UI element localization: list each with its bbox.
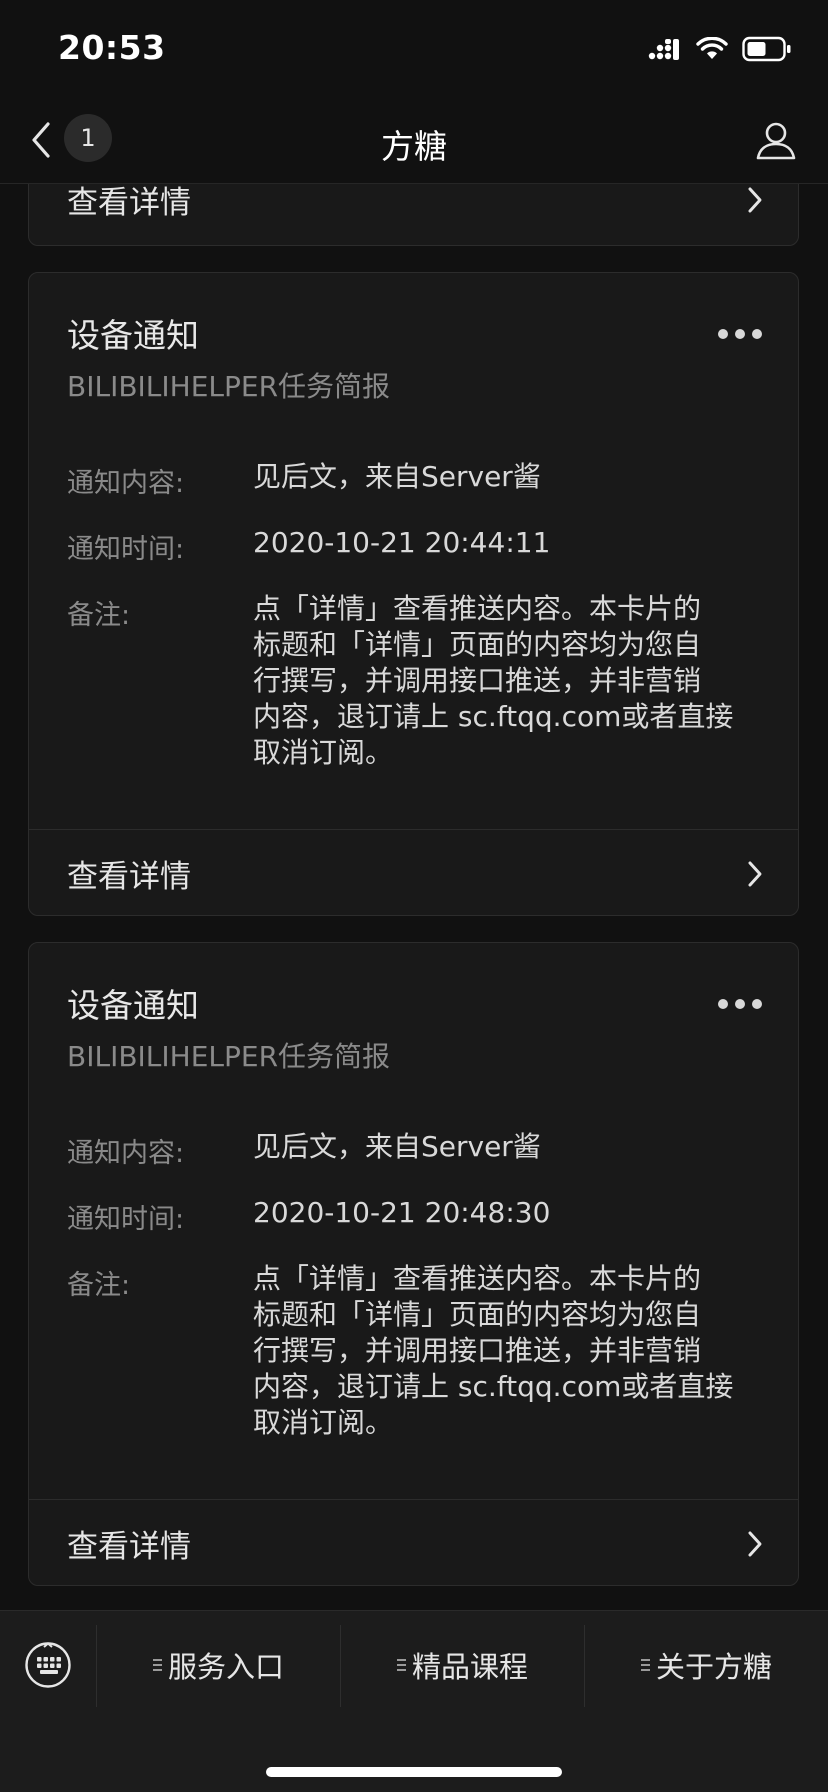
user-icon[interactable] — [754, 118, 798, 162]
home-indicator[interactable] — [266, 1767, 562, 1777]
menu-item-label: 精品课程 — [411, 1650, 528, 1684]
view-details-link[interactable]: 查看详情 — [67, 184, 191, 222]
view-details-link[interactable]: 查看详情 — [67, 1521, 191, 1566]
screen: 20:53 1 方糖 查看详情 设备通知 BILIBILIHELPER任务简报 … — [0, 0, 828, 1792]
card-title: 设备通知 — [67, 316, 199, 355]
battery-icon — [742, 36, 791, 62]
time-value: 2020-10-21 20:48:30 — [253, 1196, 551, 1229]
content-value: 见后文，来自Server酱 — [253, 460, 541, 493]
message-list[interactable]: 查看详情 设备通知 BILIBILIHELPER任务简报 通知内容: 见后文，来… — [0, 184, 828, 1610]
content-label: 通知内容: — [67, 468, 185, 499]
keyboard-icon[interactable] — [24, 1641, 72, 1689]
status-time: 20:53 — [58, 28, 166, 67]
card-subtitle: BILIBILIHELPER任务简报 — [67, 370, 391, 403]
menu-item-service-entry[interactable]: 服务入口 — [97, 1643, 340, 1687]
remark-line: 取消订阅。 — [253, 1406, 394, 1439]
time-label: 通知时间: — [67, 534, 185, 565]
wifi-icon — [696, 37, 728, 59]
menu-item-courses[interactable]: 精品课程 — [341, 1643, 584, 1687]
nav-bar: 1 方糖 — [0, 100, 828, 184]
bottom-menu: 服务入口 精品课程 关于方糖 — [0, 1610, 828, 1792]
remark-line: 内容，退订请上 sc.ftqq.com或者直接 — [253, 1370, 734, 1403]
more-icon[interactable] — [718, 999, 762, 1009]
more-icon[interactable] — [718, 329, 762, 339]
time-label: 通知时间: — [67, 1204, 185, 1235]
remark-line: 行撰写，并调用接口推送，并非营销 — [253, 664, 702, 697]
remark-line: 点「详情」查看推送内容。本卡片的 — [253, 1262, 702, 1295]
chevron-right-icon[interactable] — [744, 185, 766, 215]
remark-line: 标题和「详情」页面的内容均为您自 — [253, 1298, 702, 1331]
remark-value: 点「详情」查看推送内容。本卡片的 标题和「详情」页面的内容均为您自 行撰写，并调… — [253, 1261, 763, 1441]
remark-line: 取消订阅。 — [253, 736, 394, 769]
content-value: 见后文，来自Server酱 — [253, 1130, 541, 1163]
menu-item-label: 服务入口 — [167, 1650, 284, 1684]
remark-label: 备注: — [67, 600, 131, 631]
remark-line: 内容，退订请上 sc.ftqq.com或者直接 — [253, 700, 734, 733]
time-value: 2020-10-21 20:44:11 — [253, 526, 551, 559]
content-label: 通知内容: — [67, 1138, 185, 1169]
page-title: 方糖 — [381, 127, 447, 166]
status-icons — [648, 34, 792, 64]
notification-card: 设备通知 BILIBILIHELPER任务简报 通知内容: 见后文，来自Serv… — [28, 272, 799, 916]
card-title: 设备通知 — [67, 986, 199, 1025]
view-details-link[interactable]: 查看详情 — [67, 851, 191, 896]
chevron-right-icon[interactable] — [744, 859, 766, 889]
notification-card: 查看详情 — [28, 184, 799, 246]
submenu-icon — [152, 1659, 162, 1671]
submenu-icon — [396, 1659, 406, 1671]
remark-value: 点「详情」查看推送内容。本卡片的 标题和「详情」页面的内容均为您自 行撰写，并调… — [253, 591, 763, 771]
remark-line: 标题和「详情」页面的内容均为您自 — [253, 628, 702, 661]
notification-card: 设备通知 BILIBILIHELPER任务简报 通知内容: 见后文，来自Serv… — [28, 942, 799, 1586]
card-divider — [29, 1499, 798, 1500]
menu-item-label: 关于方糖 — [655, 1650, 772, 1684]
remark-line: 行撰写，并调用接口推送，并非营销 — [253, 1334, 702, 1367]
remark-label: 备注: — [67, 1270, 131, 1301]
card-subtitle: BILIBILIHELPER任务简报 — [67, 1040, 391, 1073]
chevron-right-icon[interactable] — [744, 1529, 766, 1559]
status-bar: 20:53 — [0, 0, 828, 100]
menu-item-about[interactable]: 关于方糖 — [585, 1643, 828, 1687]
card-divider — [29, 829, 798, 830]
submenu-icon — [640, 1659, 650, 1671]
remark-line: 点「详情」查看推送内容。本卡片的 — [253, 592, 702, 625]
signal-icon — [648, 39, 679, 60]
